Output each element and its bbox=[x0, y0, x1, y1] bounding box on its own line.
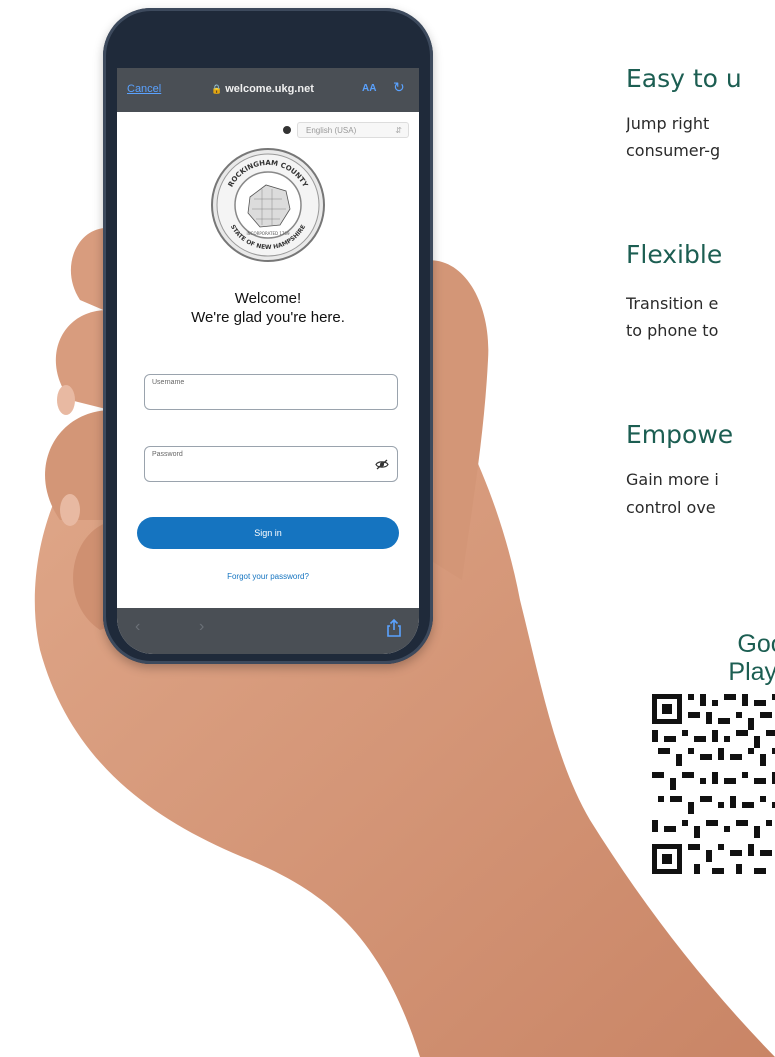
phone-screen: Cancel 🔒 welcome.ukg.net AA ↻ English (US… bbox=[117, 68, 419, 654]
store-label-line-2: Play St bbox=[728, 658, 775, 686]
username-field[interactable]: Username bbox=[144, 374, 398, 410]
language-value: English (USA) bbox=[306, 126, 357, 135]
feature-desc-3b: control ove bbox=[626, 498, 716, 517]
forward-icon[interactable]: › bbox=[199, 618, 204, 636]
store-label: Goog Play St bbox=[668, 630, 775, 686]
feature-title-3: Empowe bbox=[626, 420, 734, 449]
feature-desc-1a: Jump right bbox=[626, 114, 710, 133]
language-select[interactable]: English (USA) ⇵ bbox=[297, 122, 409, 138]
hide-password-icon[interactable] bbox=[375, 459, 389, 470]
back-icon[interactable]: ‹ bbox=[135, 618, 140, 636]
welcome-heading: Welcome! We're glad you're here. bbox=[117, 289, 419, 327]
feature-desc-3a: Gain more i bbox=[626, 470, 719, 489]
cancel-button[interactable]: Cancel bbox=[127, 83, 161, 95]
features-panel: Easy to u Jump right consumer-g Flexible… bbox=[626, 0, 775, 1057]
globe-icon bbox=[283, 126, 291, 134]
lock-icon: 🔒 bbox=[211, 84, 223, 94]
url-bar[interactable]: 🔒 welcome.ukg.net bbox=[211, 83, 314, 95]
sign-in-button[interactable]: Sign in bbox=[137, 517, 399, 549]
select-caret-icon: ⇵ bbox=[395, 126, 402, 135]
seal-inner-text: INCORPORATED 1769 bbox=[247, 231, 290, 236]
password-field[interactable]: Password bbox=[144, 446, 398, 482]
feature-title-1: Easy to u bbox=[626, 64, 742, 93]
welcome-line-1: Welcome! bbox=[234, 290, 302, 307]
browser-bottom-bar: ‹ › bbox=[117, 608, 419, 654]
store-label-line-1: Goog bbox=[737, 630, 775, 658]
feature-desc-1b: consumer-g bbox=[626, 141, 721, 160]
forgot-password-link[interactable]: Forgot your password? bbox=[117, 572, 419, 581]
qr-code-image[interactable] bbox=[650, 692, 775, 878]
feature-title-2: Flexible bbox=[626, 240, 723, 269]
url-text: welcome.ukg.net bbox=[225, 83, 314, 95]
reload-icon[interactable]: ↻ bbox=[393, 79, 405, 96]
browser-top-bar: Cancel 🔒 welcome.ukg.net AA ↻ bbox=[117, 68, 419, 112]
feature-desc-2a: Transition e bbox=[626, 294, 719, 313]
username-label: Username bbox=[152, 379, 185, 386]
text-size-button[interactable]: AA bbox=[362, 83, 376, 94]
share-icon[interactable] bbox=[385, 618, 403, 638]
county-seal-logo: ROCKINGHAM COUNTY STATE OF NEW HAMPSHIRE… bbox=[211, 148, 325, 262]
password-label: Password bbox=[152, 451, 183, 458]
feature-desc-2b: to phone to bbox=[626, 321, 719, 340]
welcome-line-2: We're glad you're here. bbox=[191, 309, 345, 326]
